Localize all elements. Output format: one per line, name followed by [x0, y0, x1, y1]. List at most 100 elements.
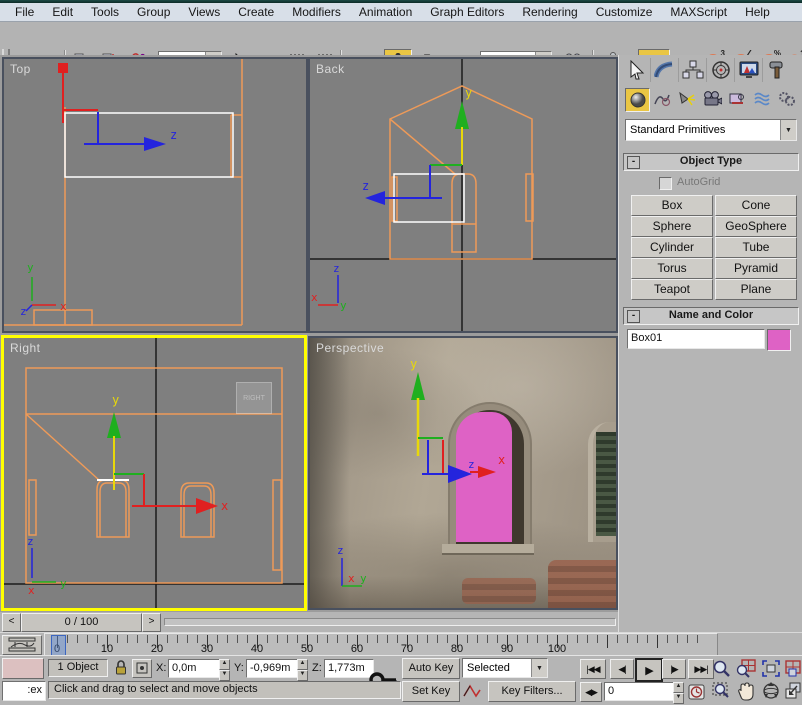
- viewport-top[interactable]: Top z: [2, 57, 308, 333]
- tab-utilities[interactable]: [763, 58, 790, 82]
- zoom-all-button[interactable]: [736, 659, 756, 678]
- y-coord-field[interactable]: -0,969m: [246, 659, 302, 678]
- sphere-button[interactable]: Sphere: [631, 216, 713, 237]
- primitive-category-value: Standard Primitives: [626, 124, 780, 136]
- current-frame-field[interactable]: 0: [604, 682, 678, 701]
- maxscript-macro-swatch[interactable]: [2, 658, 44, 679]
- geometry-sphere-icon: [630, 92, 646, 108]
- category-shapes[interactable]: [650, 88, 673, 110]
- track-bar-ruler[interactable]: 0 10 20 30 40 50 60 70 80 90 100: [44, 633, 718, 657]
- torus-button[interactable]: Torus: [631, 258, 713, 279]
- pan-button[interactable]: [736, 681, 755, 701]
- spinner-down-icon[interactable]: ▼: [297, 670, 308, 681]
- spinner-up-icon[interactable]: ▲: [219, 659, 230, 670]
- tube-button[interactable]: Tube: [715, 237, 797, 258]
- menu-create[interactable]: Create: [229, 4, 283, 20]
- key-filter-dropdown[interactable]: Selected ▼: [462, 658, 548, 678]
- arc-rotate-button[interactable]: [761, 681, 781, 701]
- time-configuration-button[interactable]: [688, 682, 707, 701]
- menu-maxscript[interactable]: MAXScript: [661, 4, 736, 20]
- viewport-right[interactable]: Right RIGHT y: [1, 335, 307, 611]
- autogrid-checkbox[interactable]: [659, 177, 672, 190]
- menu-modifiers[interactable]: Modifiers: [283, 4, 350, 20]
- menu-file[interactable]: File: [6, 4, 43, 20]
- y-spinner[interactable]: ▲▼: [297, 659, 308, 681]
- absolute-offset-toggle-button[interactable]: [132, 659, 152, 678]
- chevron-down-icon[interactable]: ▼: [531, 659, 547, 677]
- spinner-up-icon[interactable]: ▲: [673, 682, 684, 693]
- zoom-extents-all-button[interactable]: [785, 659, 801, 678]
- key-filters-button[interactable]: Key Filters...: [488, 681, 576, 702]
- viewport-perspective-label: Perspective: [316, 341, 384, 355]
- selection-lock-button[interactable]: [114, 659, 128, 676]
- menu-tools[interactable]: Tools: [82, 4, 128, 20]
- previous-frame-button[interactable]: ◀|: [610, 659, 634, 679]
- zoom-button[interactable]: [712, 659, 731, 678]
- mini-curve-editor-button[interactable]: [2, 635, 42, 655]
- gizmo-z-label: z: [362, 179, 369, 193]
- category-systems[interactable]: [775, 88, 798, 110]
- primitive-category-dropdown[interactable]: Standard Primitives ▼: [625, 119, 797, 141]
- go-to-end-button[interactable]: ▶▶|: [688, 659, 714, 679]
- menu-edit[interactable]: Edit: [43, 4, 82, 20]
- category-cameras[interactable]: [700, 88, 723, 110]
- teapot-button[interactable]: Teapot: [631, 279, 713, 300]
- plane-button[interactable]: Plane: [715, 279, 797, 300]
- spinner-down-icon[interactable]: ▼: [219, 670, 230, 681]
- default-in-out-tangent-button[interactable]: [462, 682, 482, 700]
- maxscript-mini-listener[interactable]: :ex: [2, 681, 46, 701]
- menu-animation[interactable]: Animation: [350, 4, 421, 20]
- geosphere-button[interactable]: GeoSphere: [715, 216, 797, 237]
- z-coord-field[interactable]: 1,773m: [324, 659, 374, 678]
- region-zoom-button[interactable]: [712, 682, 731, 701]
- next-frame-arrow[interactable]: >: [142, 613, 161, 632]
- tab-modify[interactable]: [651, 58, 679, 82]
- object-color-swatch[interactable]: [767, 329, 791, 351]
- viewport-back[interactable]: Back z y: [308, 57, 618, 333]
- object-type-rollout-header[interactable]: - Object Type: [623, 153, 799, 171]
- next-frame-button[interactable]: |▶: [662, 659, 686, 679]
- name-color-rollout-header[interactable]: - Name and Color: [623, 307, 799, 325]
- tab-create[interactable]: [623, 58, 651, 82]
- set-key-button[interactable]: Set Key: [402, 681, 460, 702]
- play-button[interactable]: ▶: [635, 658, 663, 682]
- category-lights[interactable]: [675, 88, 698, 110]
- chevron-down-icon[interactable]: ▼: [780, 120, 796, 140]
- x-spinner[interactable]: ▲▼: [219, 659, 230, 681]
- menu-help[interactable]: Help: [736, 4, 779, 20]
- time-slider-track[interactable]: [164, 618, 616, 626]
- frame-spinner[interactable]: ▲▼: [673, 682, 684, 704]
- key-mode-toggle-button[interactable]: ◀▶: [580, 682, 602, 702]
- menu-rendering[interactable]: Rendering: [513, 4, 586, 20]
- category-helpers[interactable]: [725, 88, 748, 110]
- track-bar-frame-handle[interactable]: [51, 635, 66, 657]
- category-space-warps[interactable]: [750, 88, 773, 110]
- previous-frame-arrow[interactable]: <: [2, 613, 21, 632]
- collapse-icon[interactable]: -: [627, 310, 640, 323]
- menu-customize[interactable]: Customize: [587, 4, 662, 20]
- object-name-field[interactable]: Box01: [627, 329, 765, 349]
- viewport-perspective[interactable]: Perspective y z x z x y: [308, 336, 618, 610]
- spinner-down-icon[interactable]: ▼: [673, 693, 684, 704]
- min-max-toggle-button[interactable]: [785, 681, 801, 700]
- auto-key-button[interactable]: Auto Key: [402, 658, 460, 679]
- go-to-start-button[interactable]: |◀◀: [580, 659, 606, 679]
- spinner-up-icon[interactable]: ▲: [297, 659, 308, 670]
- min-max-toggle-icon: [785, 681, 801, 700]
- cone-button[interactable]: Cone: [715, 195, 797, 216]
- tab-display[interactable]: [735, 58, 763, 82]
- tripod-x-label: x: [311, 291, 318, 304]
- category-geometry[interactable]: [625, 88, 650, 112]
- tab-motion[interactable]: [707, 58, 735, 82]
- cylinder-button[interactable]: Cylinder: [631, 237, 713, 258]
- box-button[interactable]: Box: [631, 195, 713, 216]
- menu-views[interactable]: Views: [179, 4, 229, 20]
- menu-group[interactable]: Group: [128, 4, 179, 20]
- collapse-icon[interactable]: -: [627, 156, 640, 169]
- tab-hierarchy[interactable]: [679, 58, 707, 82]
- pyramid-button[interactable]: Pyramid: [715, 258, 797, 279]
- x-coord-field[interactable]: 0,0m: [168, 659, 224, 678]
- time-slider[interactable]: 0 / 100: [21, 613, 142, 632]
- menu-graph-editors[interactable]: Graph Editors: [421, 4, 513, 20]
- zoom-extents-button[interactable]: [761, 659, 781, 678]
